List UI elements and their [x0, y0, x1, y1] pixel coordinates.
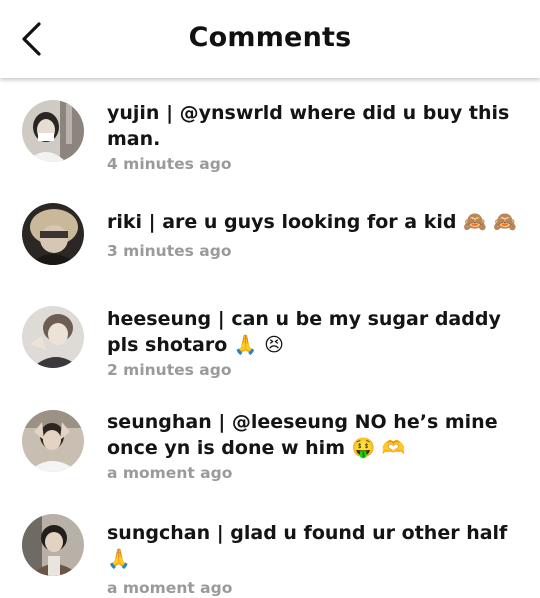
comment-text: sungchan | glad u found ur other half 🙏: [107, 522, 508, 570]
comment-text: riki | are u guys looking for a kid 🙈 🙈: [107, 211, 518, 233]
comment-timestamp: a moment ago: [107, 464, 233, 482]
avatar[interactable]: [22, 100, 84, 162]
avatar[interactable]: [22, 514, 84, 576]
comment-timestamp: 4 minutes ago: [107, 155, 232, 173]
page-title: Comments: [188, 22, 352, 53]
comment-timestamp: 2 minutes ago: [107, 361, 232, 379]
header-bar: Comments: [0, 0, 540, 78]
avatar[interactable]: [22, 203, 84, 265]
comment-text: yujin | @ynswrld where did u buy this ma…: [107, 102, 510, 150]
comment-text: heeseung | can u be my sugar daddy pls s…: [107, 308, 501, 356]
comment-timestamp: 3 minutes ago: [107, 242, 232, 260]
avatar[interactable]: [22, 306, 84, 368]
avatar[interactable]: [22, 410, 84, 472]
comment-text: seunghan | @leeseung NO he’s mine once y…: [107, 411, 498, 459]
comment-timestamp: a moment ago: [107, 579, 233, 597]
